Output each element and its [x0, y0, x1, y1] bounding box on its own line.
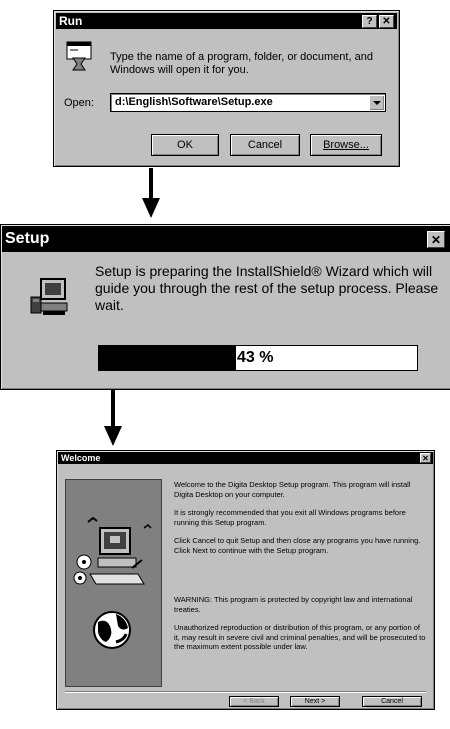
run-open-dropdown-button[interactable]: [369, 95, 384, 110]
run-open-combobox[interactable]: d:\English\Software\Setup.exe: [110, 93, 386, 112]
run-open-label: Open:: [64, 97, 94, 109]
welcome-cancel-button[interactable]: Cancel: [362, 696, 422, 707]
welcome-paragraph: It is strongly recommended that you exit…: [174, 508, 406, 527]
setup-dialog: Setup ✕ Setup is preparing the InstallSh…: [0, 224, 450, 390]
setup-progress-bar: 43 %: [98, 345, 418, 371]
run-description: Type the name of a program, folder, or d…: [110, 51, 373, 76]
run-browse-button[interactable]: Browse...: [310, 134, 382, 156]
run-help-button[interactable]: ?: [362, 15, 377, 28]
setup-close-button[interactable]: ✕: [427, 231, 445, 248]
welcome-paragraph: Click Cancel to quit Setup and then clos…: [174, 536, 421, 555]
welcome-next-button[interactable]: Next >: [290, 696, 340, 707]
run-program-icon: [66, 41, 92, 71]
run-dialog: Run ? ✕ Type the name of a program, fold…: [53, 10, 400, 167]
run-ok-button[interactable]: OK: [151, 134, 219, 156]
setup-message: Setup is preparing the InstallShield® Wi…: [95, 263, 439, 313]
arrow-down-icon: [141, 168, 161, 223]
setup-title: Setup: [5, 230, 50, 247]
run-open-input[interactable]: d:\English\Software\Setup.exe: [115, 96, 273, 108]
chevron-down-icon: [372, 100, 381, 105]
run-close-button[interactable]: ✕: [379, 15, 394, 28]
setup-title-bar[interactable]: Setup: [2, 226, 450, 252]
run-title-bar[interactable]: Run: [56, 13, 397, 29]
run-title: Run: [59, 14, 83, 28]
welcome-text: Welcome to the Digita Desktop Setup prog…: [174, 480, 426, 652]
welcome-divider: [65, 691, 426, 693]
welcome-illustration: [65, 479, 162, 687]
welcome-paragraph: Welcome to the Digita Desktop Setup prog…: [174, 480, 411, 499]
computer-icon: [27, 275, 71, 319]
welcome-paragraph: Unauthorized reproduction or distributio…: [174, 623, 426, 651]
welcome-title-bar[interactable]: Welcome: [58, 452, 433, 464]
setup-progress-text: 43 %: [237, 349, 274, 366]
welcome-close-button[interactable]: ✕: [420, 453, 431, 463]
welcome-title: Welcome: [61, 453, 101, 463]
welcome-paragraph: WARNING: This program is protected by co…: [174, 595, 413, 614]
arrow-down-icon: [103, 390, 123, 451]
setup-progress-fill: [99, 346, 236, 370]
welcome-back-button[interactable]: < Back: [229, 696, 279, 707]
welcome-dialog: Welcome ✕ Welcome to the Digita Desktop …: [56, 450, 435, 710]
run-cancel-button[interactable]: Cancel: [230, 134, 300, 156]
